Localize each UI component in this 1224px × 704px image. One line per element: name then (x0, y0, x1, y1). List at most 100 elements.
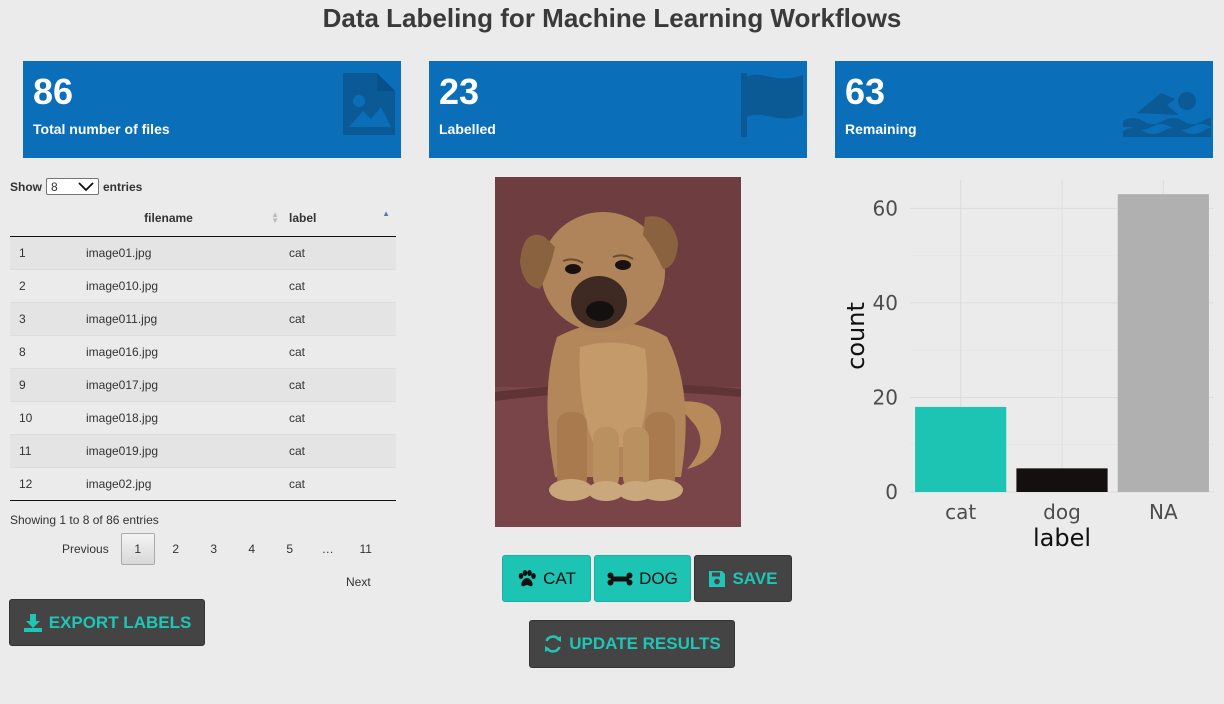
label-count-chart: 0 20 40 60 cat dog NA label count (842, 180, 1214, 552)
page-button-11[interactable]: 11 (349, 533, 383, 565)
refresh-icon (545, 635, 562, 653)
cat-button[interactable]: CAT (502, 555, 591, 602)
row-index: 12 (10, 466, 85, 501)
export-labels-label: EXPORT LABELS (48, 612, 192, 632)
header-label-label: label (289, 211, 317, 226)
chevron-down-icon (78, 181, 94, 191)
row-index: 8 (10, 334, 85, 368)
table-row[interactable]: 11 image019.jpg cat (10, 433, 396, 467)
floppy-disk-icon (709, 570, 726, 587)
sort-icon: ▲ ▼ (271, 210, 279, 225)
total-files-label: Total number of files (33, 121, 170, 137)
table-row[interactable]: 3 image011.jpg cat (10, 301, 396, 335)
row-label: cat (281, 301, 396, 335)
row-index: 3 (10, 301, 85, 335)
remaining-label: Remaining (845, 121, 917, 137)
bone-icon (607, 572, 633, 585)
page-button-1[interactable]: 1 (120, 533, 155, 565)
x-tick-label: dog (1043, 500, 1081, 524)
table-row[interactable]: 12 image02.jpg cat (10, 466, 396, 501)
dog-button[interactable]: DOG (594, 555, 691, 602)
row-filename: image016.jpg (85, 334, 281, 368)
row-label: cat (281, 367, 396, 401)
entries-select-value: 8 (51, 179, 58, 194)
previous-page-button[interactable]: Previous (50, 533, 121, 565)
total-files-value: 86 (33, 71, 74, 112)
row-label: cat (281, 334, 396, 368)
flag-icon (741, 73, 803, 137)
remaining-value: 63 (845, 71, 886, 112)
files-table: filename ▲ ▼ label ▲ 1 image01.jpg cat 2 imag… (10, 201, 396, 501)
table-header-row: filename ▲ ▼ label ▲ (10, 201, 396, 237)
row-label: cat (281, 400, 396, 434)
table-row[interactable]: 2 image010.jpg cat (10, 268, 396, 302)
header-filename[interactable]: filename ▲ ▼ (85, 201, 281, 237)
table-row[interactable]: 1 image01.jpg cat (10, 236, 396, 269)
next-page-button[interactable]: Next (346, 566, 371, 598)
row-filename: image011.jpg (85, 301, 281, 335)
row-label: cat (281, 433, 396, 467)
save-button-label: SAVE (732, 568, 778, 588)
page-button-2[interactable]: 2 (159, 533, 193, 565)
row-index: 2 (10, 268, 85, 302)
page-button-3[interactable]: 3 (197, 533, 231, 565)
row-filename: image019.jpg (85, 433, 281, 467)
bar-cat (915, 406, 1007, 492)
row-label: cat (281, 466, 396, 501)
table-row[interactable]: 9 image017.jpg cat (10, 367, 396, 401)
bar-NA (1117, 194, 1209, 492)
pagination-ellipsis: … (321, 542, 334, 556)
row-filename: image017.jpg (85, 367, 281, 401)
page-button-5[interactable]: 5 (273, 533, 307, 565)
row-index: 11 (10, 433, 85, 467)
entries-length-control: Show 8 entries (10, 178, 142, 195)
y-axis-label: count (842, 302, 870, 370)
update-results-button[interactable]: UPDATE RESULTS (529, 620, 735, 668)
x-tick-label: cat (945, 500, 976, 524)
row-index: 10 (10, 400, 85, 434)
current-image (495, 177, 741, 527)
header-filename-label: filename (144, 211, 193, 226)
row-filename: image010.jpg (85, 268, 281, 302)
remaining-box: 63 Remaining (835, 61, 1213, 158)
download-icon (23, 613, 42, 632)
row-label: cat (281, 268, 396, 302)
x-axis-label: label (1033, 524, 1091, 552)
paw-icon (518, 569, 536, 586)
dog-button-label: DOG (639, 568, 678, 588)
labelled-value: 23 (439, 71, 480, 112)
entries-select[interactable]: 8 (46, 178, 99, 195)
labelled-label: Labelled (439, 121, 496, 137)
row-index: 1 (19, 245, 26, 260)
header-label[interactable]: label ▲ (281, 201, 396, 237)
page-title: Data Labeling for Machine Learning Workf… (322, 3, 902, 33)
file-image-icon (343, 73, 395, 135)
x-tick-label: NA (1149, 500, 1178, 524)
y-tick-label: 0 (885, 480, 898, 504)
export-labels-button[interactable]: EXPORT LABELS (9, 599, 205, 646)
show-label: Show (10, 179, 42, 194)
page-button-4[interactable]: 4 (235, 533, 269, 565)
save-button[interactable]: SAVE (694, 555, 792, 602)
pagination: Previous 1 2 3 4 5… 11 Next (50, 533, 396, 589)
total-files-box: 86 Total number of files (23, 61, 401, 158)
update-results-label: UPDATE RESULTS (569, 634, 721, 653)
table-row[interactable]: 8 image016.jpg cat (10, 334, 396, 368)
labelled-box: 23 Labelled (429, 61, 807, 158)
header-index[interactable] (10, 201, 85, 237)
row-label: cat (289, 245, 306, 260)
row-filename: image018.jpg (85, 400, 281, 434)
y-tick-label: 60 (873, 196, 898, 220)
entries-label: entries (103, 179, 143, 194)
row-filename: image01.jpg (86, 245, 152, 260)
y-tick-label: 40 (873, 291, 898, 315)
table-row[interactable]: 10 image018.jpg cat (10, 400, 396, 434)
cat-button-label: CAT (543, 568, 576, 588)
table-info: Showing 1 to 8 of 86 entries (10, 513, 159, 527)
sort-ascending-icon: ▲ (382, 209, 390, 218)
row-index: 9 (10, 367, 85, 401)
swimmer-icon (1123, 92, 1211, 137)
bar-dog (1016, 468, 1108, 492)
row-filename: image02.jpg (85, 466, 281, 501)
y-tick-label: 20 (873, 385, 898, 409)
